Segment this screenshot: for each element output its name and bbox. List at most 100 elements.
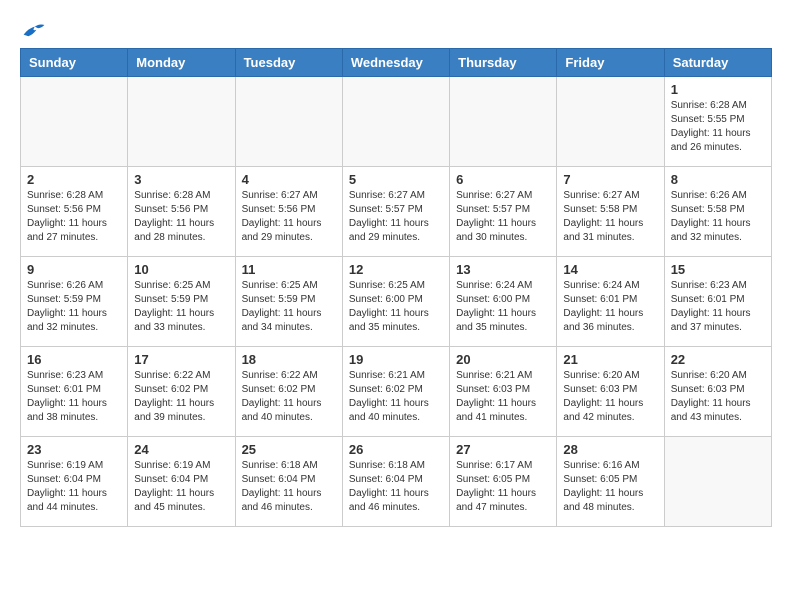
logo-bird-icon (22, 20, 46, 38)
calendar-cell: 17 Sunrise: 6:22 AM Sunset: 6:02 PM Dayli… (128, 347, 235, 437)
calendar-cell: 14 Sunrise: 6:24 AM Sunset: 6:01 PM Dayli… (557, 257, 664, 347)
calendar-cell: 5 Sunrise: 6:27 AM Sunset: 5:57 PM Daylig… (342, 167, 449, 257)
calendar-cell: 4 Sunrise: 6:27 AM Sunset: 5:56 PM Daylig… (235, 167, 342, 257)
day-info: Sunrise: 6:26 AM Sunset: 5:58 PM Dayligh… (671, 189, 765, 245)
calendar-cell (21, 77, 128, 167)
calendar-cell (128, 77, 235, 167)
day-info: Sunrise: 6:18 AM Sunset: 6:04 PM Dayligh… (242, 459, 336, 515)
day-info: Sunrise: 6:24 AM Sunset: 6:01 PM Dayligh… (563, 279, 657, 335)
day-number: 17 (134, 352, 228, 367)
calendar-week-row: 1 Sunrise: 6:28 AM Sunset: 5:55 PM Daylig… (21, 77, 772, 167)
calendar-cell: 8 Sunrise: 6:26 AM Sunset: 5:58 PM Daylig… (664, 167, 771, 257)
calendar-cell: 11 Sunrise: 6:25 AM Sunset: 5:59 PM Dayli… (235, 257, 342, 347)
calendar-cell (664, 437, 771, 527)
calendar-cell: 15 Sunrise: 6:23 AM Sunset: 6:01 PM Dayli… (664, 257, 771, 347)
day-info: Sunrise: 6:20 AM Sunset: 6:03 PM Dayligh… (563, 369, 657, 425)
day-info: Sunrise: 6:18 AM Sunset: 6:04 PM Dayligh… (349, 459, 443, 515)
day-info: Sunrise: 6:22 AM Sunset: 6:02 PM Dayligh… (134, 369, 228, 425)
calendar-cell: 2 Sunrise: 6:28 AM Sunset: 5:56 PM Daylig… (21, 167, 128, 257)
weekday-header-saturday: Saturday (664, 49, 771, 77)
day-number: 27 (456, 442, 550, 457)
calendar-cell: 20 Sunrise: 6:21 AM Sunset: 6:03 PM Dayli… (450, 347, 557, 437)
day-number: 19 (349, 352, 443, 367)
weekday-header-row: SundayMondayTuesdayWednesdayThursdayFrid… (21, 49, 772, 77)
weekday-header-sunday: Sunday (21, 49, 128, 77)
day-info: Sunrise: 6:19 AM Sunset: 6:04 PM Dayligh… (27, 459, 121, 515)
day-info: Sunrise: 6:28 AM Sunset: 5:55 PM Dayligh… (671, 99, 765, 155)
day-info: Sunrise: 6:27 AM Sunset: 5:58 PM Dayligh… (563, 189, 657, 245)
calendar-week-row: 16 Sunrise: 6:23 AM Sunset: 6:01 PM Dayli… (21, 347, 772, 437)
calendar-week-row: 23 Sunrise: 6:19 AM Sunset: 6:04 PM Dayli… (21, 437, 772, 527)
day-info: Sunrise: 6:22 AM Sunset: 6:02 PM Dayligh… (242, 369, 336, 425)
calendar-cell: 1 Sunrise: 6:28 AM Sunset: 5:55 PM Daylig… (664, 77, 771, 167)
calendar-week-row: 9 Sunrise: 6:26 AM Sunset: 5:59 PM Daylig… (21, 257, 772, 347)
day-info: Sunrise: 6:27 AM Sunset: 5:57 PM Dayligh… (349, 189, 443, 245)
day-number: 24 (134, 442, 228, 457)
day-info: Sunrise: 6:28 AM Sunset: 5:56 PM Dayligh… (27, 189, 121, 245)
day-number: 6 (456, 172, 550, 187)
day-number: 2 (27, 172, 121, 187)
calendar-cell (450, 77, 557, 167)
calendar-cell: 25 Sunrise: 6:18 AM Sunset: 6:04 PM Dayli… (235, 437, 342, 527)
day-number: 16 (27, 352, 121, 367)
day-info: Sunrise: 6:17 AM Sunset: 6:05 PM Dayligh… (456, 459, 550, 515)
day-number: 15 (671, 262, 765, 277)
day-info: Sunrise: 6:24 AM Sunset: 6:00 PM Dayligh… (456, 279, 550, 335)
calendar-cell: 13 Sunrise: 6:24 AM Sunset: 6:00 PM Dayli… (450, 257, 557, 347)
day-number: 22 (671, 352, 765, 367)
day-info: Sunrise: 6:20 AM Sunset: 6:03 PM Dayligh… (671, 369, 765, 425)
calendar-cell: 28 Sunrise: 6:16 AM Sunset: 6:05 PM Dayli… (557, 437, 664, 527)
day-number: 3 (134, 172, 228, 187)
calendar-cell: 6 Sunrise: 6:27 AM Sunset: 5:57 PM Daylig… (450, 167, 557, 257)
day-number: 20 (456, 352, 550, 367)
day-info: Sunrise: 6:25 AM Sunset: 5:59 PM Dayligh… (134, 279, 228, 335)
calendar-cell: 7 Sunrise: 6:27 AM Sunset: 5:58 PM Daylig… (557, 167, 664, 257)
day-info: Sunrise: 6:25 AM Sunset: 5:59 PM Dayligh… (242, 279, 336, 335)
day-info: Sunrise: 6:27 AM Sunset: 5:56 PM Dayligh… (242, 189, 336, 245)
day-number: 23 (27, 442, 121, 457)
day-number: 11 (242, 262, 336, 277)
day-number: 26 (349, 442, 443, 457)
day-number: 9 (27, 262, 121, 277)
calendar-cell: 26 Sunrise: 6:18 AM Sunset: 6:04 PM Dayli… (342, 437, 449, 527)
weekday-header-friday: Friday (557, 49, 664, 77)
day-number: 18 (242, 352, 336, 367)
calendar-cell: 27 Sunrise: 6:17 AM Sunset: 6:05 PM Dayli… (450, 437, 557, 527)
calendar-cell: 18 Sunrise: 6:22 AM Sunset: 6:02 PM Dayli… (235, 347, 342, 437)
calendar-cell: 21 Sunrise: 6:20 AM Sunset: 6:03 PM Dayli… (557, 347, 664, 437)
day-number: 28 (563, 442, 657, 457)
day-number: 5 (349, 172, 443, 187)
calendar-cell: 12 Sunrise: 6:25 AM Sunset: 6:00 PM Dayli… (342, 257, 449, 347)
day-number: 8 (671, 172, 765, 187)
day-info: Sunrise: 6:25 AM Sunset: 6:00 PM Dayligh… (349, 279, 443, 335)
calendar-cell (235, 77, 342, 167)
day-number: 10 (134, 262, 228, 277)
weekday-header-monday: Monday (128, 49, 235, 77)
calendar-cell (342, 77, 449, 167)
day-info: Sunrise: 6:23 AM Sunset: 6:01 PM Dayligh… (671, 279, 765, 335)
day-info: Sunrise: 6:16 AM Sunset: 6:05 PM Dayligh… (563, 459, 657, 515)
day-number: 21 (563, 352, 657, 367)
day-info: Sunrise: 6:23 AM Sunset: 6:01 PM Dayligh… (27, 369, 121, 425)
day-number: 25 (242, 442, 336, 457)
day-number: 14 (563, 262, 657, 277)
day-info: Sunrise: 6:28 AM Sunset: 5:56 PM Dayligh… (134, 189, 228, 245)
calendar-cell: 3 Sunrise: 6:28 AM Sunset: 5:56 PM Daylig… (128, 167, 235, 257)
day-number: 4 (242, 172, 336, 187)
day-info: Sunrise: 6:26 AM Sunset: 5:59 PM Dayligh… (27, 279, 121, 335)
calendar-cell: 24Sunrise: 6:19 AM Sunset: 6:04 PM Dayli… (128, 437, 235, 527)
day-number: 13 (456, 262, 550, 277)
weekday-header-thursday: Thursday (450, 49, 557, 77)
day-number: 7 (563, 172, 657, 187)
day-info: Sunrise: 6:21 AM Sunset: 6:03 PM Dayligh… (456, 369, 550, 425)
calendar-table: SundayMondayTuesdayWednesdayThursdayFrid… (20, 48, 772, 527)
weekday-header-wednesday: Wednesday (342, 49, 449, 77)
day-info: Sunrise: 6:21 AM Sunset: 6:02 PM Dayligh… (349, 369, 443, 425)
calendar-cell: 22 Sunrise: 6:20 AM Sunset: 6:03 PM Dayli… (664, 347, 771, 437)
day-info: Sunrise: 6:27 AM Sunset: 5:57 PM Dayligh… (456, 189, 550, 245)
calendar-cell: 10 Sunrise: 6:25 AM Sunset: 5:59 PM Dayli… (128, 257, 235, 347)
weekday-header-tuesday: Tuesday (235, 49, 342, 77)
day-number: 12 (349, 262, 443, 277)
day-number: 1 (671, 82, 765, 97)
calendar-cell: 23 Sunrise: 6:19 AM Sunset: 6:04 PM Dayli… (21, 437, 128, 527)
